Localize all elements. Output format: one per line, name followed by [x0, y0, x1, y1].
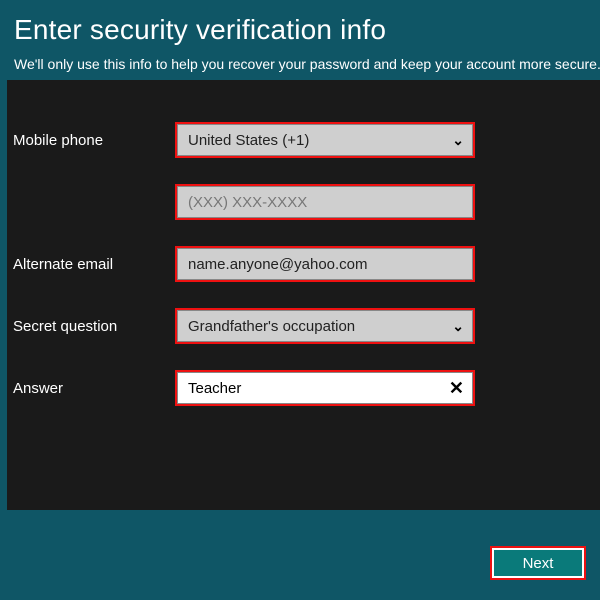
row-secret-question: Secret question Grandfather's occupation…: [7, 308, 600, 344]
phone-input[interactable]: (XXX) XXX-XXXX: [177, 186, 473, 218]
country-select[interactable]: United States (+1) ⌄: [177, 124, 473, 156]
row-answer: Answer Teacher ✕: [7, 370, 600, 406]
secret-question-value: Grandfather's occupation: [188, 318, 355, 335]
country-select-wrap: United States (+1) ⌄: [175, 122, 475, 158]
alt-email-input-wrap: name.anyone@yahoo.com: [175, 246, 475, 282]
secret-question-select[interactable]: Grandfather's occupation ⌄: [177, 310, 473, 342]
alt-email-input[interactable]: name.anyone@yahoo.com: [177, 248, 473, 280]
clear-icon[interactable]: ✕: [449, 378, 464, 399]
phone-placeholder: (XXX) XXX-XXXX: [188, 194, 307, 211]
page-title: Enter security verification info: [14, 14, 600, 46]
next-button-highlight: Next: [490, 546, 586, 580]
answer-value: Teacher: [188, 380, 241, 397]
next-button[interactable]: Next: [492, 548, 584, 578]
row-mobile-phone: Mobile phone United States (+1) ⌄: [7, 122, 600, 158]
page-subtitle: We'll only use this info to help you rec…: [0, 52, 600, 80]
form-panel: Mobile phone United States (+1) ⌄ (XXX) …: [7, 80, 600, 510]
page-header: Enter security verification info: [0, 0, 600, 52]
label-secret-question: Secret question: [9, 318, 175, 335]
secret-question-select-wrap: Grandfather's occupation ⌄: [175, 308, 475, 344]
label-alternate-email: Alternate email: [9, 256, 175, 273]
chevron-down-icon: ⌄: [452, 318, 464, 335]
answer-input[interactable]: Teacher ✕: [177, 372, 473, 404]
alt-email-value: name.anyone@yahoo.com: [188, 256, 368, 273]
footer: Next: [490, 546, 586, 580]
label-answer: Answer: [9, 380, 175, 397]
country-select-value: United States (+1): [188, 132, 309, 149]
phone-input-wrap: (XXX) XXX-XXXX: [175, 184, 475, 220]
row-alternate-email: Alternate email name.anyone@yahoo.com: [7, 246, 600, 282]
chevron-down-icon: ⌄: [452, 132, 464, 149]
answer-input-wrap: Teacher ✕: [175, 370, 475, 406]
label-mobile-phone: Mobile phone: [9, 132, 175, 149]
next-button-label: Next: [523, 555, 554, 572]
row-phone-number: (XXX) XXX-XXXX: [7, 184, 600, 220]
